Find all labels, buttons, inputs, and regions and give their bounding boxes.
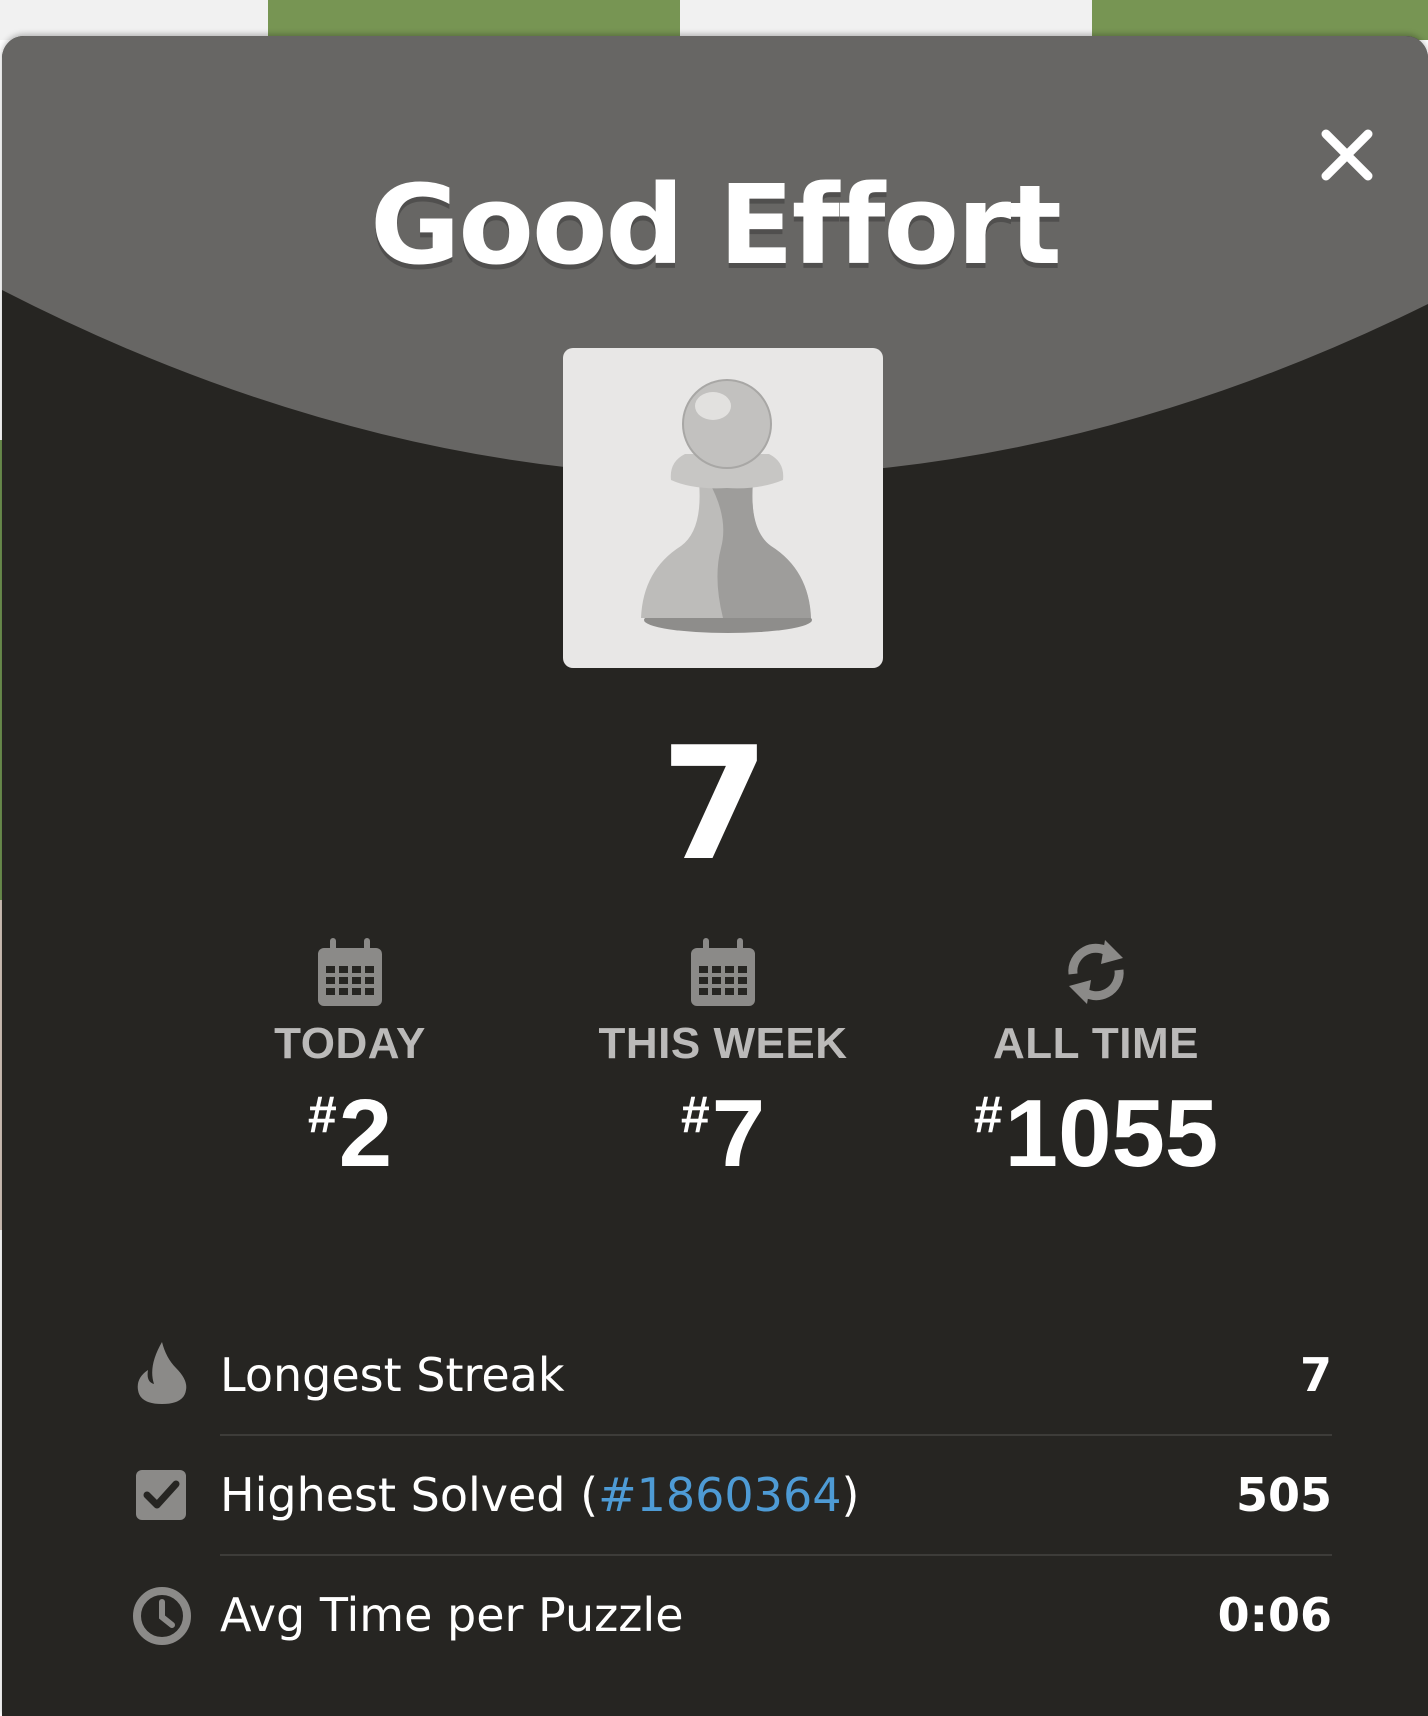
stat-label-text: Highest Solved ( xyxy=(220,1468,599,1522)
board-square xyxy=(1092,0,1428,40)
stat-label: Longest Streak xyxy=(220,1348,565,1402)
rank-hash: # xyxy=(973,1086,1003,1144)
board-square xyxy=(0,0,268,40)
rank-label: TODAY xyxy=(274,1019,426,1068)
stat-value: 505 xyxy=(1235,1468,1332,1522)
calendar-icon xyxy=(318,938,382,1006)
stats-list: Longest Streak 7 Highest Solved (#186036… xyxy=(132,1316,1332,1676)
board-square xyxy=(268,0,680,40)
rank-value: #1055 xyxy=(946,1086,1246,1182)
flame-icon xyxy=(137,1342,187,1404)
rank-label: THIS WEEK xyxy=(598,1019,848,1068)
puzzle-link[interactable]: #1860364 xyxy=(598,1468,841,1522)
stat-value: 7 xyxy=(1299,1348,1332,1402)
rank-today: TODAY #2 xyxy=(200,936,500,1182)
stat-row-highest-solved: Highest Solved (#1860364) 505 xyxy=(132,1436,1332,1556)
board-square xyxy=(680,0,1092,40)
result-modal: Good Effort 7 TODAY #2 THIS WEEK #7 ALL … xyxy=(2,36,1428,1716)
rank-this-week: THIS WEEK #7 xyxy=(573,936,873,1182)
stat-row-longest-streak: Longest Streak 7 xyxy=(132,1316,1332,1436)
stat-row-avg-time: Avg Time per Puzzle 0:06 xyxy=(132,1556,1332,1676)
rank-number: 7 xyxy=(711,1080,766,1187)
stat-label: Highest Solved (#1860364) xyxy=(220,1472,859,1518)
clock-icon xyxy=(133,1587,191,1645)
rank-all-time: ALL TIME #1055 xyxy=(946,936,1246,1182)
checkbox-icon xyxy=(136,1470,186,1520)
rank-label: ALL TIME xyxy=(992,1019,1200,1068)
pawn-badge xyxy=(563,348,883,668)
rank-number: 2 xyxy=(338,1080,393,1187)
rank-value: #7 xyxy=(573,1086,873,1182)
stat-label-text: ) xyxy=(841,1468,860,1522)
stat-value: 0:06 xyxy=(1217,1588,1332,1642)
refresh-icon xyxy=(1068,940,1124,1004)
puzzle-score: 7 xyxy=(660,713,770,895)
rank-hash: # xyxy=(307,1086,337,1144)
rank-number: 1055 xyxy=(1004,1080,1219,1187)
calendar-icon xyxy=(691,938,755,1006)
pawn-icon xyxy=(641,379,812,633)
rank-hash: # xyxy=(680,1086,710,1144)
stat-label: Avg Time per Puzzle xyxy=(220,1588,684,1642)
rank-value: #2 xyxy=(200,1086,500,1182)
modal-title: Good Effort xyxy=(370,161,1062,289)
